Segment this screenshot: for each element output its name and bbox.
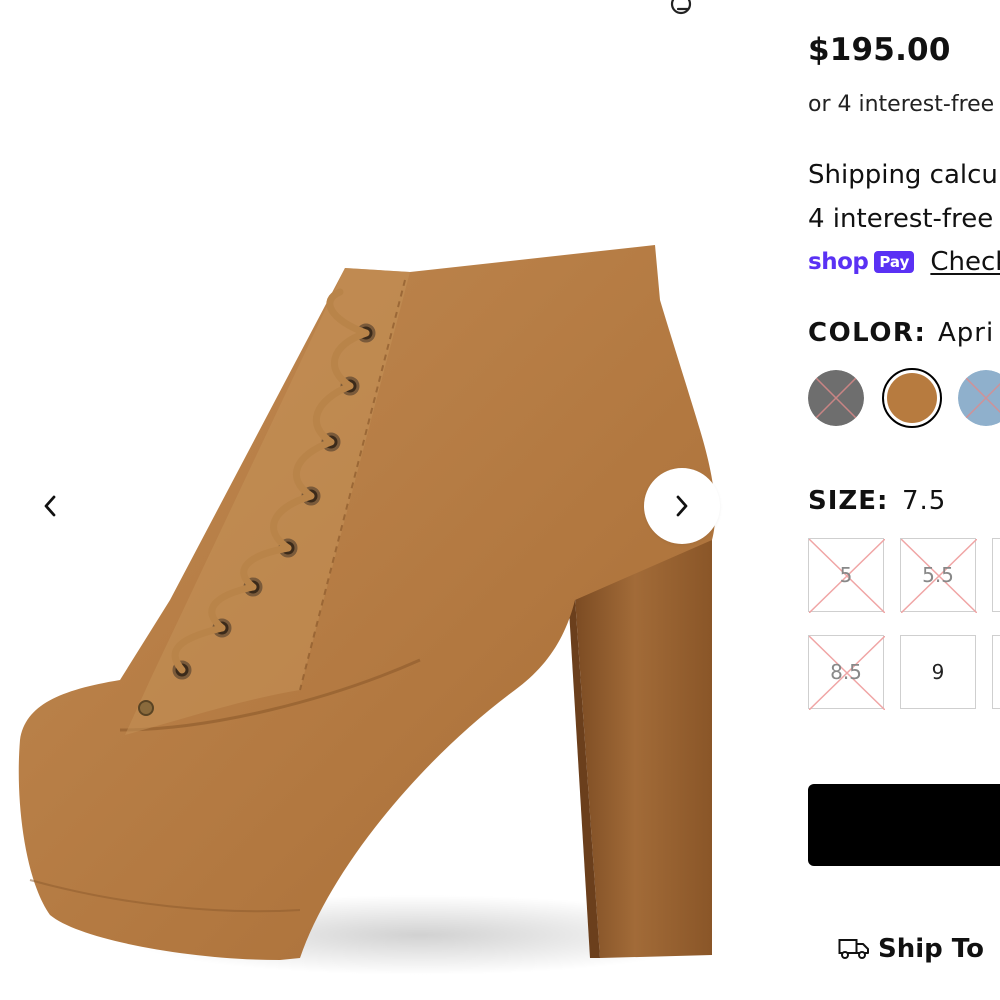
magnifier-icon[interactable] xyxy=(664,0,698,26)
ship-to-option[interactable]: Ship To xyxy=(838,934,984,964)
size-option-5-5[interactable]: 5.5 xyxy=(900,538,977,613)
size-option-label: 8.5 xyxy=(830,660,862,684)
shop-pay-logo: shop xyxy=(808,249,869,275)
size-option-partial[interactable] xyxy=(992,635,1000,709)
size-value: 7.5 xyxy=(902,486,947,516)
ship-to-label: Ship To xyxy=(878,934,984,964)
color-value: Apri xyxy=(938,318,995,348)
swatch-tan-selected[interactable] xyxy=(882,368,942,428)
size-option-partial[interactable] xyxy=(992,538,1000,612)
chevron-right-icon xyxy=(676,495,688,517)
size-option-9[interactable]: 9 xyxy=(900,635,976,709)
chevron-left-icon xyxy=(44,495,56,517)
swatch-light-blue[interactable] xyxy=(958,370,1000,426)
swatch-grey[interactable] xyxy=(808,370,864,426)
product-info-panel: $195.00 or 4 interest-free Shipping calc… xyxy=(808,0,1000,1000)
size-option-label: 5 xyxy=(839,563,853,587)
installments-text: or 4 interest-free xyxy=(808,92,995,117)
product-image[interactable] xyxy=(0,0,730,1000)
color-label: COLOR: xyxy=(808,318,927,348)
next-image-button[interactable] xyxy=(644,468,720,544)
shop-pay-check-link[interactable]: Check xyxy=(930,247,1000,277)
size-option-label: 5.5 xyxy=(922,563,954,587)
size-option-5[interactable]: 5 xyxy=(808,538,885,613)
shop-pay-badge: Pay xyxy=(874,251,915,273)
shop-pay-row: shop Pay Check xyxy=(808,247,1000,277)
interest-free-text: 4 interest-free xyxy=(808,204,994,234)
truck-icon xyxy=(838,939,869,959)
size-option-label: 9 xyxy=(931,660,945,684)
shipping-text: Shipping calcu xyxy=(808,160,998,190)
product-price: $195.00 xyxy=(808,32,951,68)
size-option-8-5[interactable]: 8.5 xyxy=(808,635,885,710)
product-image-gallery xyxy=(0,0,730,1000)
add-to-cart-button[interactable] xyxy=(808,784,1000,866)
size-label: SIZE: xyxy=(808,486,889,516)
previous-image-button[interactable] xyxy=(32,488,68,524)
